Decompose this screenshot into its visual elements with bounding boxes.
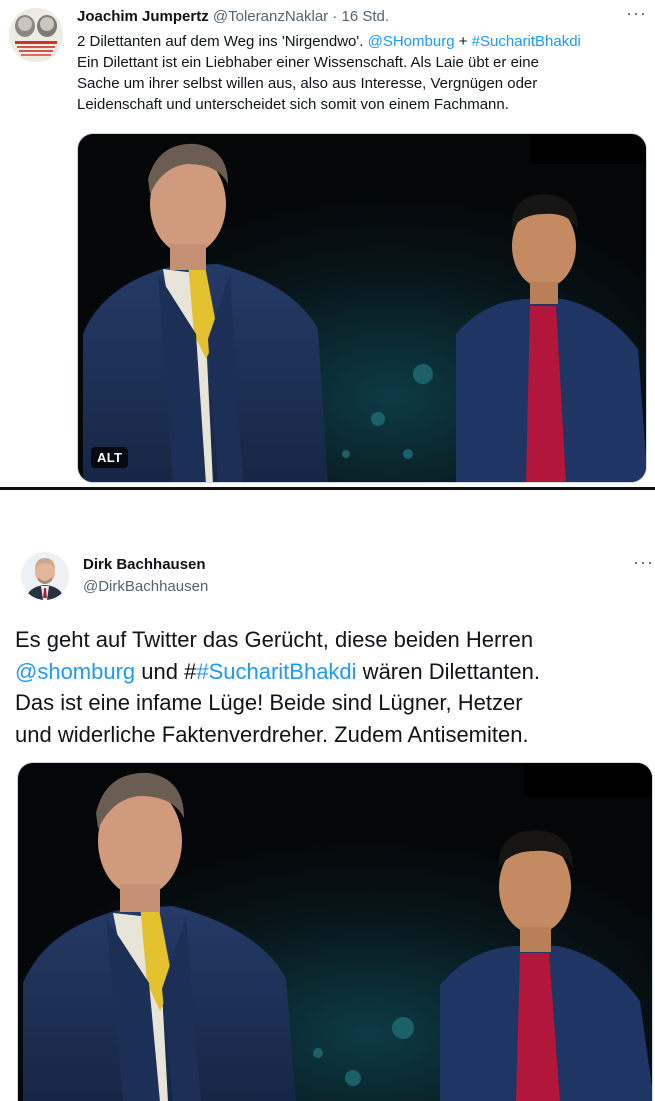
more-dots-icon[interactable]: ··· <box>626 4 647 22</box>
tweet-text-line: Sache um ihrer selbst willen aus, also a… <box>77 75 538 92</box>
tweet-photo[interactable]: ALT <box>77 133 647 483</box>
tweet-text-line: Es geht auf Twitter das Gerücht, diese b… <box>15 627 534 652</box>
tweet-header: Joachim Jumpertz @ToleranzNaklar · 16 St… <box>77 7 389 27</box>
tweet-text-segment: und # <box>135 658 197 684</box>
tweet-2[interactable]: Dirk Bachhausen @DirkBachhausen ··· Es g… <box>0 490 655 1101</box>
meta-separator: · <box>332 8 338 25</box>
mention-link[interactable]: @shomburg <box>15 659 135 684</box>
tweet-photo[interactable] <box>17 762 653 1101</box>
hashtag-link[interactable]: #SucharitBhakdi <box>472 33 581 50</box>
alt-badge[interactable]: ALT <box>91 447 129 468</box>
author-name[interactable]: Joachim Jumpertz <box>77 8 209 25</box>
more-dots-icon[interactable]: ··· <box>633 553 654 571</box>
tweet-text-line: und widerliche Faktenverdreher. Zudem An… <box>15 721 529 747</box>
author-avatar[interactable] <box>21 552 69 600</box>
author-avatar[interactable] <box>9 8 63 62</box>
tweet-text-line: Das ist eine infame Lüge! Beide sind Lüg… <box>15 690 523 715</box>
author-name[interactable]: Dirk Bachhausen <box>83 555 206 575</box>
author-handle[interactable]: @DirkBachhausen <box>83 577 208 597</box>
author-handle[interactable]: @ToleranzNaklar <box>213 8 328 25</box>
tweet-text-line: Ein Dilettant ist ein Liebhaber einer Wi… <box>77 54 539 71</box>
tweet-text-segment: + <box>454 33 472 50</box>
tweet-1[interactable]: Joachim Jumpertz @ToleranzNaklar · 16 St… <box>0 0 655 488</box>
tweet-text: Es geht auf Twitter das Gerücht, diese b… <box>15 624 645 750</box>
tweet-text-segment: wären Dilettanten. <box>356 658 540 684</box>
tweet-time[interactable]: 16 Std. <box>342 8 390 25</box>
mention-link[interactable]: @SHomburg <box>368 33 455 50</box>
tweet-text: 2 Dilettanten auf dem Weg ins 'Nirgendwo… <box>77 31 647 115</box>
tweet-text-segment: 2 Dilettanten auf dem Weg ins 'Nirgendwo… <box>77 33 368 50</box>
hashtag-link[interactable]: #SucharitBhakdi <box>196 659 356 684</box>
tweet-text-line: Leidenschaft und unterscheidet sich somi… <box>77 96 509 113</box>
